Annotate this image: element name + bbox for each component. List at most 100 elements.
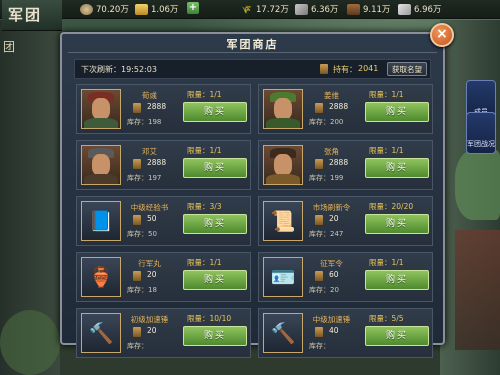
bush-decoration <box>0 310 60 375</box>
item-stock: 库存：200 <box>309 118 344 126</box>
title-divider <box>68 52 437 53</box>
item-name: 初级加速锤 <box>130 315 169 324</box>
legion-corner-title[interactable]: 军团 <box>2 0 62 31</box>
prestige-token-icon <box>133 159 141 169</box>
get-prestige-button[interactable]: 获取名望 <box>387 62 427 76</box>
legion-shop-dialog: 军团商店 下次刷新：19:52:03 持有： 2041 获取名望 荀彧 2888… <box>60 32 445 358</box>
hero-portrait <box>264 146 302 184</box>
item-limit: 限量：1/1 <box>369 90 404 99</box>
item-limit: 限量：3/3 <box>187 202 222 211</box>
item-stock: 库存：198 <box>127 118 162 126</box>
prestige-token-icon <box>315 103 323 113</box>
corner-title-text: 军团 <box>8 6 43 24</box>
prestige-token-icon <box>133 103 141 113</box>
buy-button[interactable]: 购买 <box>183 158 247 178</box>
prestige-token-icon <box>320 64 328 74</box>
buy-button[interactable]: 购买 <box>183 214 247 234</box>
owned-label: 持有： <box>333 65 357 74</box>
shop-item-card: 姜维 2888 库存：200 限量：1/1 购买 <box>258 84 433 134</box>
item-stock: 库存：197 <box>127 174 162 182</box>
add-gold-button[interactable]: + <box>187 2 199 14</box>
item-price: 40 <box>329 326 339 335</box>
item-price: 50 <box>147 214 157 223</box>
shop-item-card: 📜 市场刷新令 20 库存：247 限量：20/20 购买 <box>258 196 433 246</box>
resource-value: 17.72万 <box>256 5 289 15</box>
item-price: 2888 <box>329 102 349 111</box>
shop-item-card: 🔨 初级加速锤 20 库存： 限量：10/10 购买 <box>76 308 251 358</box>
item-portrait[interactable]: 🏺 <box>81 257 121 297</box>
resource-value: 6.36万 <box>311 5 339 15</box>
buy-button[interactable]: 购买 <box>183 102 247 122</box>
wood-icon <box>347 3 360 15</box>
prestige-token-icon <box>315 159 323 169</box>
item-icon: 🔨 <box>264 314 302 352</box>
item-name: 荀彧 <box>142 91 157 100</box>
item-portrait[interactable] <box>263 145 303 185</box>
close-button[interactable]: × <box>430 23 454 47</box>
side-label: 团 <box>3 40 16 54</box>
owned-value: 2041 <box>358 64 379 73</box>
item-portrait[interactable]: 🔨 <box>263 313 303 353</box>
buy-button[interactable]: 购买 <box>365 102 429 122</box>
iron-icon <box>295 3 308 15</box>
item-portrait[interactable] <box>81 89 121 129</box>
prestige-token-icon <box>315 215 323 225</box>
buy-button[interactable]: 购买 <box>365 158 429 178</box>
item-price: 20 <box>147 270 157 279</box>
stone-icon <box>398 3 411 15</box>
prestige-token-icon <box>315 271 323 281</box>
resource-stone: 6.96万 <box>398 2 441 16</box>
item-name: 姜维 <box>324 91 339 100</box>
item-stock: 库存：18 <box>127 286 157 294</box>
item-name: 邓艾 <box>142 147 157 156</box>
buy-button[interactable]: 购买 <box>365 326 429 346</box>
item-limit: 限量：20/20 <box>369 202 414 211</box>
item-stock: 库存：50 <box>127 230 157 238</box>
shop-item-card: 🪪 征军令 60 库存：20 限量：1/1 购买 <box>258 252 433 302</box>
item-stock: 库存：247 <box>309 230 344 238</box>
prestige-token-icon <box>133 327 141 337</box>
item-icon: 🪪 <box>264 258 302 296</box>
hero-portrait <box>82 146 120 184</box>
resource-gold: 1.06万 <box>135 2 178 16</box>
buy-button[interactable]: 购买 <box>365 270 429 290</box>
buy-button[interactable]: 购买 <box>365 214 429 234</box>
legion-battle-button[interactable]: 军团战况 <box>466 112 496 154</box>
item-price: 60 <box>329 270 339 279</box>
item-portrait[interactable]: 🪪 <box>263 257 303 297</box>
hero-portrait <box>82 90 120 128</box>
item-icon: 🏺 <box>82 258 120 296</box>
buy-button[interactable]: 购买 <box>183 326 247 346</box>
resource-coin: 70.20万 <box>80 2 129 16</box>
red-building <box>455 230 500 350</box>
item-portrait[interactable]: 📘 <box>81 201 121 241</box>
item-price: 2888 <box>329 158 349 167</box>
buy-button[interactable]: 购买 <box>183 270 247 290</box>
prestige-token-icon <box>315 327 323 337</box>
tree-decoration <box>455 150 500 220</box>
resource-value: 1.06万 <box>151 5 179 15</box>
dialog-title: 军团商店 <box>226 38 279 51</box>
item-portrait[interactable] <box>263 89 303 129</box>
prestige-token-icon <box>133 271 141 281</box>
grain-icon: 🌾 <box>241 4 252 14</box>
hero-portrait <box>264 90 302 128</box>
item-icon: 📜 <box>264 202 302 240</box>
prestige-token-icon <box>133 215 141 225</box>
resource-value: 6.96万 <box>414 5 442 15</box>
item-portrait[interactable]: 🔨 <box>81 313 121 353</box>
item-portrait[interactable]: 📜 <box>263 201 303 241</box>
legion-battle-button-label: 军团战况 <box>467 140 495 148</box>
item-name: 张角 <box>324 147 339 156</box>
item-limit: 限量：1/1 <box>187 146 222 155</box>
resource-iron: 6.36万 <box>295 2 338 16</box>
item-name: 中级经验书 <box>130 203 169 212</box>
resource-bar: 70.20万 1.06万 + 🌾 17.72万 6.36万 9.11万 6.96… <box>0 0 500 19</box>
item-limit: 限量：5/5 <box>369 314 404 323</box>
item-icon: 🔨 <box>82 314 120 352</box>
item-portrait[interactable] <box>81 145 121 185</box>
resource-value: 9.11万 <box>363 5 391 15</box>
item-stock: 库存： <box>309 342 330 350</box>
gold-ingot-icon <box>135 3 148 15</box>
item-stock: 库存： <box>127 342 148 350</box>
